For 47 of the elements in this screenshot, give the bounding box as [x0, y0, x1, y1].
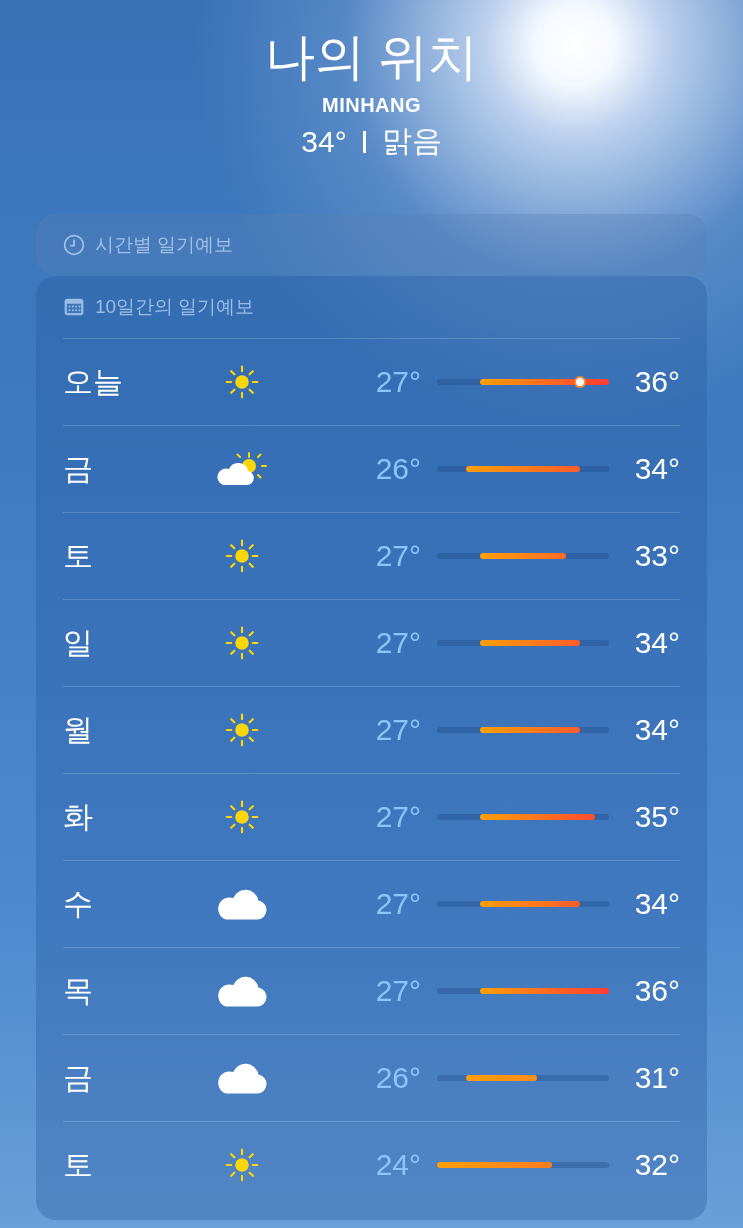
- day-label: 금: [63, 1059, 94, 1096]
- day-label: 화: [63, 798, 94, 835]
- calendar-icon: [63, 296, 85, 318]
- sun-icon: [224, 538, 260, 574]
- day-label: 일: [63, 624, 94, 661]
- clock-icon: [63, 234, 85, 256]
- separator-bar: [362, 130, 366, 153]
- sun-icon: [224, 799, 260, 835]
- day-label: 목: [63, 972, 94, 1009]
- low-temperature: 27°: [374, 626, 421, 660]
- sun-behind-cloud-icon: [217, 451, 267, 487]
- low-temperature: 27°: [374, 365, 421, 399]
- low-temperature: 27°: [374, 887, 421, 921]
- city-name: MINHANG: [321, 94, 421, 117]
- day-label: 월: [63, 711, 94, 748]
- card-title: 시간별 일기예보: [95, 233, 234, 257]
- low-temperature: 24°: [374, 1148, 421, 1182]
- day-label: 수: [63, 885, 94, 922]
- sun-icon: [224, 1147, 260, 1183]
- hourly-forecast-card[interactable]: 시간별 일기예보: [36, 214, 707, 276]
- low-temperature: 27°: [374, 974, 421, 1008]
- high-temperature: 34°: [633, 626, 680, 660]
- high-temperature: 36°: [633, 974, 680, 1008]
- high-temperature: 32°: [633, 1148, 680, 1182]
- low-temperature: 26°: [374, 1061, 421, 1095]
- high-temperature: 34°: [633, 887, 680, 921]
- current-temperature: 34°: [301, 124, 347, 159]
- high-temperature: 33°: [633, 539, 680, 573]
- low-temperature: 27°: [374, 539, 421, 573]
- sun-icon: [224, 364, 260, 400]
- high-temperature: 36°: [633, 365, 680, 399]
- high-temperature: 35°: [633, 800, 680, 834]
- low-temperature: 26°: [374, 452, 421, 486]
- day-label: 금: [63, 450, 94, 487]
- card-title: 10일간의 일기예보: [95, 295, 255, 319]
- weather-condition: 맑음: [381, 123, 442, 159]
- low-temperature: 27°: [374, 713, 421, 747]
- sun-icon: [224, 625, 260, 661]
- high-temperature: 34°: [633, 452, 680, 486]
- day-label: 토: [63, 537, 94, 574]
- day-label: 오늘: [63, 363, 124, 400]
- high-temperature: 31°: [633, 1061, 680, 1095]
- high-temperature: 34°: [633, 713, 680, 747]
- location-title: 나의 위치: [264, 28, 479, 87]
- day-label: 토: [63, 1146, 94, 1183]
- low-temperature: 27°: [374, 800, 421, 834]
- sun-icon: [224, 712, 260, 748]
